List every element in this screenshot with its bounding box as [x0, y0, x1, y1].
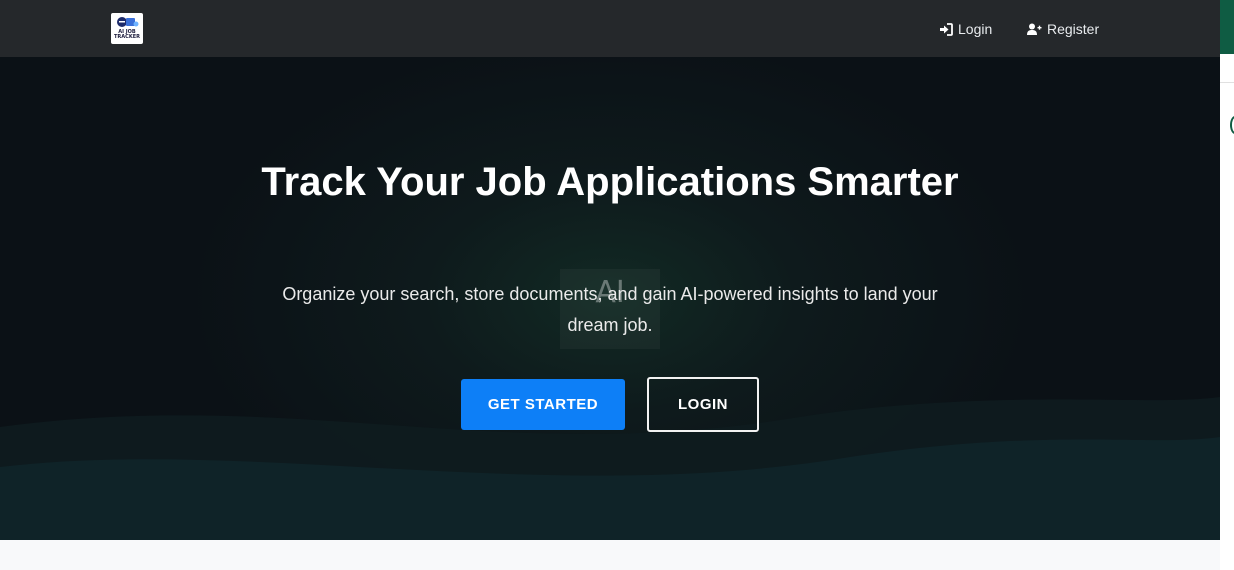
nav-register-label: Register — [1047, 21, 1100, 37]
hero-section: AI Track Your Job Applications Smarter O… — [0, 57, 1220, 540]
content-section — [0, 540, 1220, 570]
logo-text: AI JOB TRACKER — [114, 29, 140, 40]
adjacent-window-divider — [1220, 82, 1234, 83]
nav-login-label: Login — [958, 21, 993, 37]
adjacent-window-header — [1220, 0, 1234, 54]
adjacent-window-icon — [1230, 116, 1234, 134]
adjacent-window-edge — [1220, 0, 1234, 570]
sign-in-icon — [940, 22, 953, 36]
app-logo[interactable]: AI JOB TRACKER — [111, 13, 143, 44]
navbar: AI JOB TRACKER Login Register — [0, 0, 1220, 57]
nav-register-link[interactable]: Register — [1027, 19, 1099, 39]
get-started-button[interactable]: GET STARTED — [461, 379, 625, 430]
hero-subtitle: Organize your search, store documents, a… — [282, 284, 938, 335]
login-button[interactable]: LOGIN — [647, 377, 759, 432]
page: AI JOB TRACKER Login Register AI Track Y… — [0, 0, 1220, 570]
hero-title: Track Your Job Applications Smarter — [261, 160, 959, 204]
nav-login-link[interactable]: Login — [939, 19, 992, 39]
user-plus-icon — [1027, 23, 1042, 35]
